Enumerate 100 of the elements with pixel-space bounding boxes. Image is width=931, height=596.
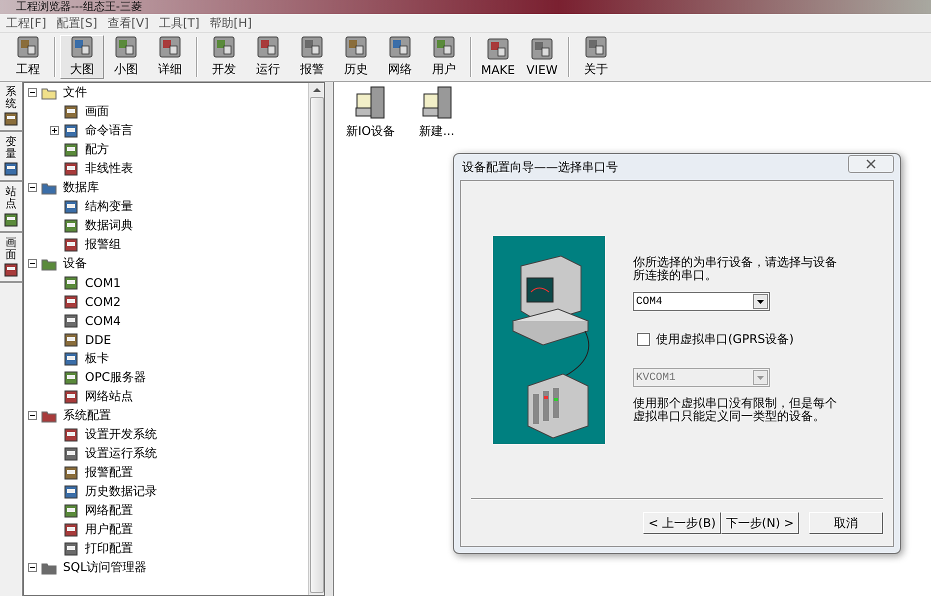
tool-icon <box>585 36 607 58</box>
tree-item[interactable]: 命令语言 <box>83 122 135 139</box>
tree-item[interactable]: COM1 <box>83 276 123 290</box>
node-icon <box>63 274 79 290</box>
tree-item[interactable]: 画面 <box>83 103 111 120</box>
splitter[interactable] <box>325 82 334 596</box>
collapse-icon[interactable] <box>28 411 37 420</box>
tree-item[interactable]: 设置开发系统 <box>83 426 159 443</box>
toolbar-button[interactable]: 用户 <box>422 35 466 79</box>
node-icon <box>63 294 79 310</box>
node-icon <box>63 122 79 138</box>
tree-item[interactable]: 网络站点 <box>83 388 135 405</box>
device-label[interactable]: 新IO设备 <box>344 122 397 141</box>
port-select[interactable]: COM4 <box>633 292 770 311</box>
tree-item[interactable]: 历史数据记录 <box>83 483 159 500</box>
toolbar-button[interactable]: 历史 <box>334 35 378 79</box>
menu-item[interactable]: 配置[S] <box>56 14 98 32</box>
scroll-up-icon[interactable] <box>312 87 320 93</box>
tool-icon <box>389 36 411 58</box>
tree-item[interactable]: 结构变量 <box>83 198 135 215</box>
toolbar-button[interactable]: 小图 <box>104 35 148 79</box>
tree-item[interactable]: 用户配置 <box>83 521 135 538</box>
toolbar-button[interactable]: VIEW <box>520 35 564 79</box>
collapse-icon[interactable] <box>28 563 37 572</box>
toolbar-button[interactable]: 关于 <box>574 35 618 79</box>
tree-item[interactable]: 报警组 <box>83 236 123 253</box>
node-icon <box>63 464 79 480</box>
tree-item[interactable]: SQL访问管理器 <box>61 559 149 576</box>
dropdown-icon <box>753 370 768 385</box>
menu-item[interactable]: 帮助[H] <box>210 14 252 32</box>
collapse-icon[interactable] <box>28 88 37 97</box>
tree-item[interactable]: 数据库 <box>61 179 101 196</box>
toolbar-button[interactable]: 大图 <box>60 35 104 79</box>
tree-item[interactable]: 文件 <box>61 84 89 101</box>
dialog-button[interactable]: 下一步(N) > <box>720 512 799 534</box>
window-title: 工程浏览器---组态王-三菱 <box>16 1 142 13</box>
checkbox[interactable] <box>637 333 650 346</box>
menu-item[interactable]: 工程[F] <box>6 14 46 32</box>
checkbox-label[interactable]: 使用虚拟串口(GPRS设备) <box>656 331 794 348</box>
node-icon <box>63 332 79 348</box>
close-button[interactable] <box>848 155 894 173</box>
toolbar-button[interactable]: 开发 <box>202 35 246 79</box>
tab-icon <box>4 112 18 126</box>
dialog-button[interactable]: < 上一步(B) <box>643 512 721 534</box>
tree-item[interactable]: 打印配置 <box>83 540 135 557</box>
tool-icon <box>17 36 39 58</box>
tool-icon <box>345 36 367 58</box>
node-icon <box>63 198 79 214</box>
menu-item[interactable]: 工具[T] <box>158 14 200 32</box>
toolbar-button[interactable]: 详细 <box>148 35 192 79</box>
node-icon <box>63 484 79 500</box>
menu-item[interactable]: 查看[V] <box>107 14 149 32</box>
tree-item[interactable]: OPC服务器 <box>83 369 148 386</box>
dialog-title: 设备配置向导——选择串口号 <box>462 158 618 176</box>
tree-item[interactable]: 配方 <box>83 141 111 158</box>
tool-icon <box>487 38 509 60</box>
tree-item[interactable]: 网络配置 <box>83 502 135 519</box>
tool-icon <box>71 36 93 58</box>
intro-text: 你所选择的为串行设备，请选择与设备所连接的串口。 <box>633 256 838 282</box>
toolbar-button[interactable]: MAKE <box>476 35 520 79</box>
expand-icon[interactable] <box>50 126 59 135</box>
tree-item[interactable]: 报警配置 <box>83 464 135 481</box>
tab-icon <box>4 262 18 277</box>
dialog-button[interactable]: 取消 <box>809 512 883 534</box>
toolbar-button[interactable]: 运行 <box>246 35 290 79</box>
tree-item[interactable]: COM2 <box>83 294 123 308</box>
scrollbar[interactable] <box>308 83 324 595</box>
toolbar-button[interactable]: 报警 <box>290 35 334 79</box>
device-icon <box>420 86 454 120</box>
tool-icon <box>531 38 553 60</box>
node-icon <box>63 350 79 366</box>
node-icon <box>63 370 79 386</box>
node-icon <box>63 218 79 234</box>
tree-item[interactable]: COM4 <box>83 314 123 328</box>
tool-icon <box>433 36 455 58</box>
tree-item[interactable]: 板卡 <box>83 350 111 367</box>
tree-item[interactable]: 数据词典 <box>83 217 135 234</box>
tree-item[interactable]: DDE <box>83 332 114 346</box>
node-icon <box>63 446 79 462</box>
node-icon <box>63 522 79 538</box>
node-icon <box>63 160 79 176</box>
node-icon <box>63 540 79 556</box>
tree-item[interactable]: 系统配置 <box>61 407 113 424</box>
close-icon <box>866 159 876 169</box>
node-icon <box>63 236 79 252</box>
scroll-thumb[interactable] <box>310 97 324 593</box>
tree-item[interactable]: 非线性表 <box>83 160 135 177</box>
node-icon <box>63 142 79 158</box>
node-icon <box>63 426 79 442</box>
tree-item[interactable]: 设置运行系统 <box>83 445 159 462</box>
node-icon <box>63 104 79 120</box>
collapse-icon[interactable] <box>28 259 37 268</box>
node-icon <box>63 388 79 404</box>
collapse-icon[interactable] <box>28 183 37 192</box>
toolbar-button[interactable]: 网络 <box>378 35 422 79</box>
tree-item[interactable]: 设备 <box>61 255 89 272</box>
toolbar-button[interactable]: 工程 <box>6 35 50 79</box>
device-label[interactable]: 新建... <box>416 122 456 141</box>
tool-icon <box>301 36 323 58</box>
tool-icon <box>257 36 279 58</box>
